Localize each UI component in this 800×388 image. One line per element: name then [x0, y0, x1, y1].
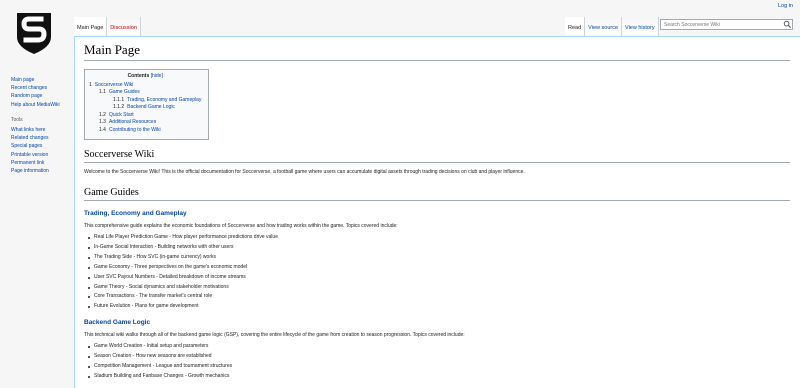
main-content: Main Page Contents [hide] 1 Soccerverse W… — [74, 36, 800, 388]
backend-description: This technical wiki walks through all of… — [84, 332, 465, 339]
trading-description: This comprehensive guide explains the ec… — [84, 223, 398, 229]
sidebar-item-help[interactable]: Help about MediaWiki — [11, 102, 60, 108]
list-item: In-Game Social Interaction - Building ne… — [88, 243, 790, 253]
trading-topic-list: Real Life Player Prediction Game - How p… — [84, 233, 790, 312]
sidebar-item-printable-version[interactable]: Printable version — [11, 152, 48, 158]
table-of-contents: Contents [hide] 1 Soccerverse Wiki 1.1 Gam… — [84, 69, 210, 140]
toc-item-number: 1.2 — [99, 111, 106, 118]
toc-heading: Contents — [127, 73, 150, 79]
view-tabs: Read View source View history — [565, 17, 659, 36]
soccerverse-logo[interactable] — [14, 9, 54, 55]
sidebar-tools: What links here Related changes Special … — [11, 126, 75, 175]
toc-item-number: 1.3 — [99, 119, 106, 125]
sidebar-item-main-page[interactable]: Main page — [11, 77, 34, 83]
list-item: Game Economy - Three perspectives on the… — [88, 263, 790, 273]
list-item: The Trading Side - How SVC (in-game curr… — [88, 253, 790, 263]
toc-title: Contents [hide] — [89, 73, 201, 81]
sidebar-item-permanent-link[interactable]: Permanent link — [11, 160, 44, 166]
tab-discussion[interactable]: Discussion — [107, 17, 141, 36]
sidebar-item-recent-changes[interactable]: Recent changes — [11, 85, 47, 91]
sidebar-nav: Main page Recent changes Random page Hel… — [11, 76, 75, 109]
login-link[interactable]: Log in — [778, 3, 793, 9]
toc-item-label: Soccerverse Wiki — [94, 81, 134, 88]
sidebar-item-related-changes[interactable]: Related changes — [11, 135, 49, 141]
sidebar-tools-heading: Tools — [11, 116, 23, 123]
tab-view-source[interactable]: View source — [585, 17, 623, 36]
sidebar-item-what-links-here[interactable]: What links here — [11, 127, 45, 133]
search-icon[interactable] — [783, 20, 792, 29]
toc-item[interactable]: 1.1.1 Trading, Economy and Gameplay — [113, 97, 201, 103]
toc-item-number: 1 — [89, 81, 92, 88]
tab-view-history[interactable]: View history — [622, 17, 659, 36]
sidebar-item-page-information[interactable]: Page information — [11, 168, 49, 174]
list-item: Competition Management - League and tour… — [88, 362, 790, 372]
toc-toggle-link[interactable]: [hide] — [151, 73, 163, 79]
section-heading-soccerverse-wiki: Soccerverse Wiki — [84, 149, 790, 163]
toc-item-label: Game Guides — [108, 89, 140, 95]
page-title: Main Page — [84, 42, 790, 61]
list-item: Future Evolution - Plans for game develo… — [88, 302, 790, 312]
toc-item[interactable]: 1.1.2 Backend Game Logic — [113, 104, 175, 110]
toc-item-label: Quick Start — [108, 111, 134, 118]
toc-item-label: Additional Resources — [108, 119, 157, 125]
sidebar: Main page Recent changes Random page Hel… — [11, 76, 75, 175]
toc-item[interactable]: 1.4 Contributing to the Wiki — [99, 127, 161, 133]
toc-item[interactable]: 1.3 Additional Resources — [99, 119, 156, 125]
toc-item-label: Contributing to the Wiki — [108, 126, 161, 133]
list-item: Stadium Building and Fanbase Changes - G… — [88, 372, 790, 382]
sidebar-item-special-pages[interactable]: Special pages — [11, 143, 42, 149]
toc-item-label: Trading, Economy and Gameplay — [127, 96, 202, 103]
toc-item-number: 1.1 — [99, 89, 106, 95]
subsection-heading-trading[interactable]: Trading, Economy and Gameplay — [84, 210, 790, 217]
backend-topic-list: Game World Creation - Initial setup and … — [84, 342, 790, 382]
search-input[interactable] — [660, 19, 793, 30]
list-item: Season Creation - How new seasons are es… — [88, 352, 790, 362]
list-item: Real Life Player Prediction Game - How p… — [88, 233, 790, 243]
subsection-heading-backend[interactable]: Backend Game Logic — [84, 319, 790, 326]
tab-read[interactable]: Read — [565, 17, 586, 36]
toc-item-number: 1.1.1 — [113, 96, 125, 103]
list-item: Game World Creation - Initial setup and … — [88, 342, 790, 352]
section-heading-game-guides: Game Guides — [84, 187, 790, 201]
toc-item[interactable]: 1.2 Quick Start — [99, 112, 134, 118]
sidebar-item-random-page[interactable]: Random page — [11, 93, 42, 99]
toc-item-label: Backend Game Logic — [127, 104, 175, 110]
toc-item[interactable]: 1 Soccerverse Wiki — [89, 82, 133, 88]
list-item: Game Theory - Social dynamics and stakeh… — [88, 283, 790, 293]
list-item: Core Transactions - The transfer market'… — [88, 292, 790, 302]
list-item: User SVC Payout Numbers - Detailed break… — [88, 273, 790, 283]
toc-item-number: 1.4 — [99, 126, 106, 133]
tab-main-page[interactable]: Main Page — [74, 17, 108, 36]
namespace-tabs: Main Page Discussion — [74, 17, 141, 36]
toc-item-number: 1.1.2 — [113, 104, 125, 110]
toc-item[interactable]: 1.1 Game Guides — [99, 89, 140, 95]
intro-paragraph: Welcome to the Soccerverse Wiki! This is… — [84, 169, 525, 175]
